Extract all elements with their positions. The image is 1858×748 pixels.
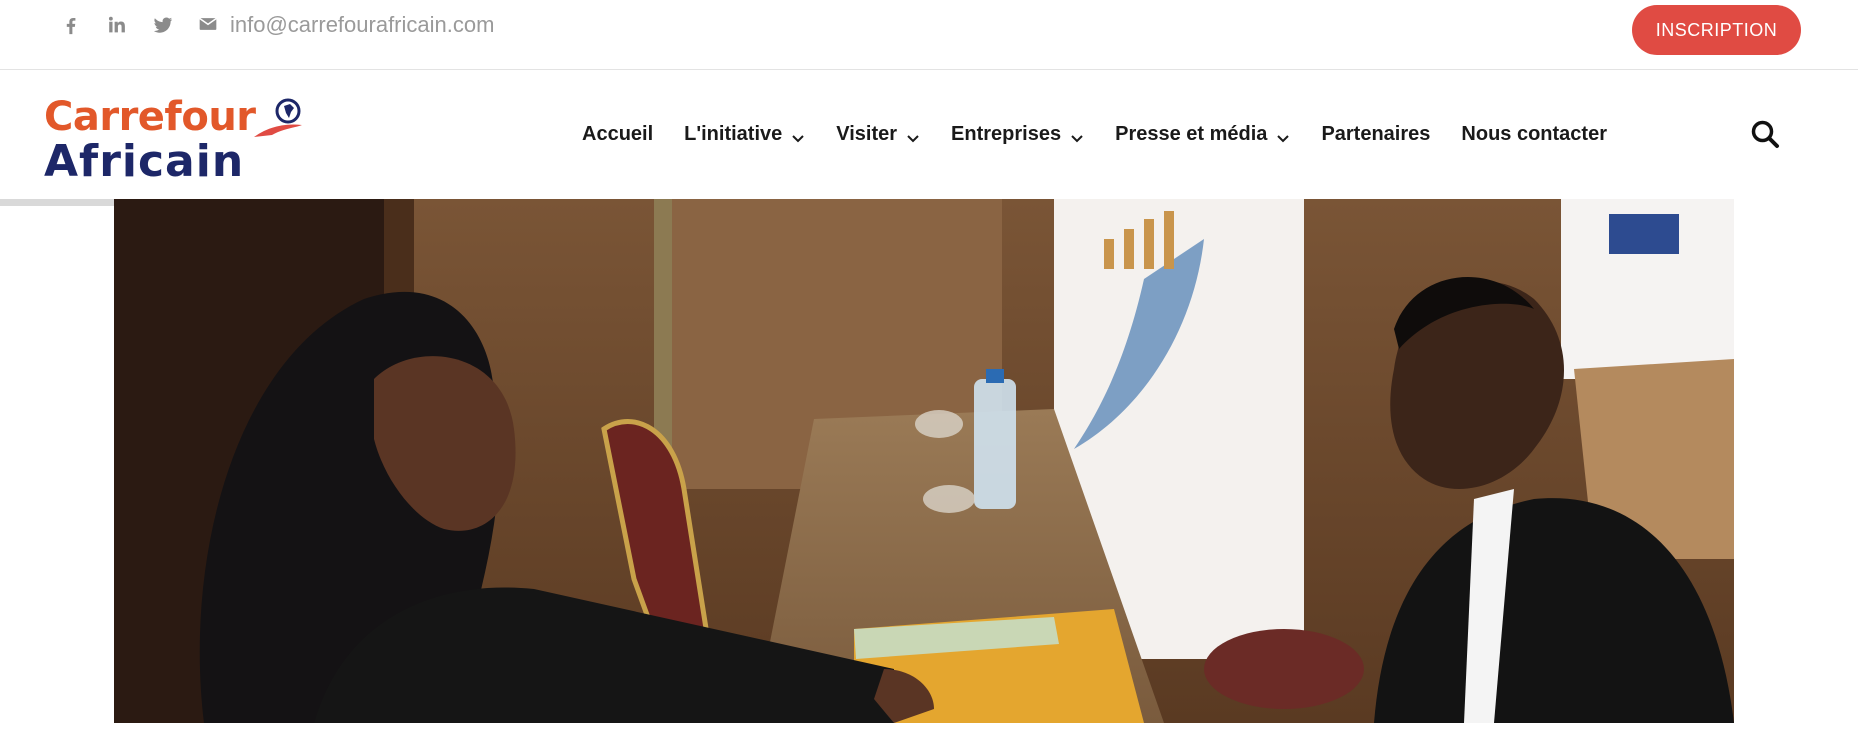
nav-item-label: Entreprises <box>951 123 1062 145</box>
nav-item-label: Visiter <box>836 123 898 145</box>
nav-item-contact[interactable]: Nous contacter <box>1461 123 1607 146</box>
top-bar: info@carrefourafricain.com INSCRIPTION <box>0 0 1858 70</box>
logo-africa-mark <box>254 98 302 137</box>
nav-item-partenaires[interactable]: Partenaires <box>1321 123 1430 146</box>
envelope-icon <box>198 14 220 36</box>
chevron-down-icon <box>791 128 805 142</box>
twitter-icon[interactable] <box>152 14 174 36</box>
nav-item-label: Nous contacter <box>1461 123 1607 145</box>
facebook-icon[interactable] <box>60 14 82 36</box>
chevron-down-icon <box>906 128 920 142</box>
chevron-down-icon <box>1276 128 1290 142</box>
logo-line2: Africain <box>44 136 245 187</box>
search-icon[interactable] <box>1750 119 1780 149</box>
chevron-down-icon <box>1070 128 1084 142</box>
social-links: info@carrefourafricain.com <box>60 14 494 36</box>
nav-item-label: Partenaires <box>1321 123 1431 145</box>
email-contact[interactable]: info@carrefourafricain.com <box>198 14 494 36</box>
email-address[interactable]: info@carrefourafricain.com <box>230 14 494 36</box>
nav-item-label: L'initiative <box>684 123 783 145</box>
main-header: Carrefour Africain Accueil L'initiative … <box>0 71 1858 199</box>
hero-image <box>114 199 1734 723</box>
logo[interactable]: Carrefour Africain <box>44 95 304 187</box>
nav-item-entreprises[interactable]: Entreprises <box>951 123 1084 146</box>
logo-line1: Carrefour <box>44 94 256 140</box>
slider-progress-bar <box>0 199 114 206</box>
nav-item-label: Presse et média <box>1115 123 1268 145</box>
main-nav: Accueil L'initiative Visiter Entreprises… <box>582 123 1638 146</box>
nav-item-accueil[interactable]: Accueil <box>582 123 653 146</box>
nav-item-visiter[interactable]: Visiter <box>836 123 920 146</box>
nav-item-label: Accueil <box>582 123 654 145</box>
nav-item-presse-media[interactable]: Presse et média <box>1115 123 1290 146</box>
inscription-button[interactable]: INSCRIPTION <box>1632 5 1801 55</box>
nav-item-initiative[interactable]: L'initiative <box>684 123 805 146</box>
linkedin-icon[interactable] <box>106 14 128 36</box>
